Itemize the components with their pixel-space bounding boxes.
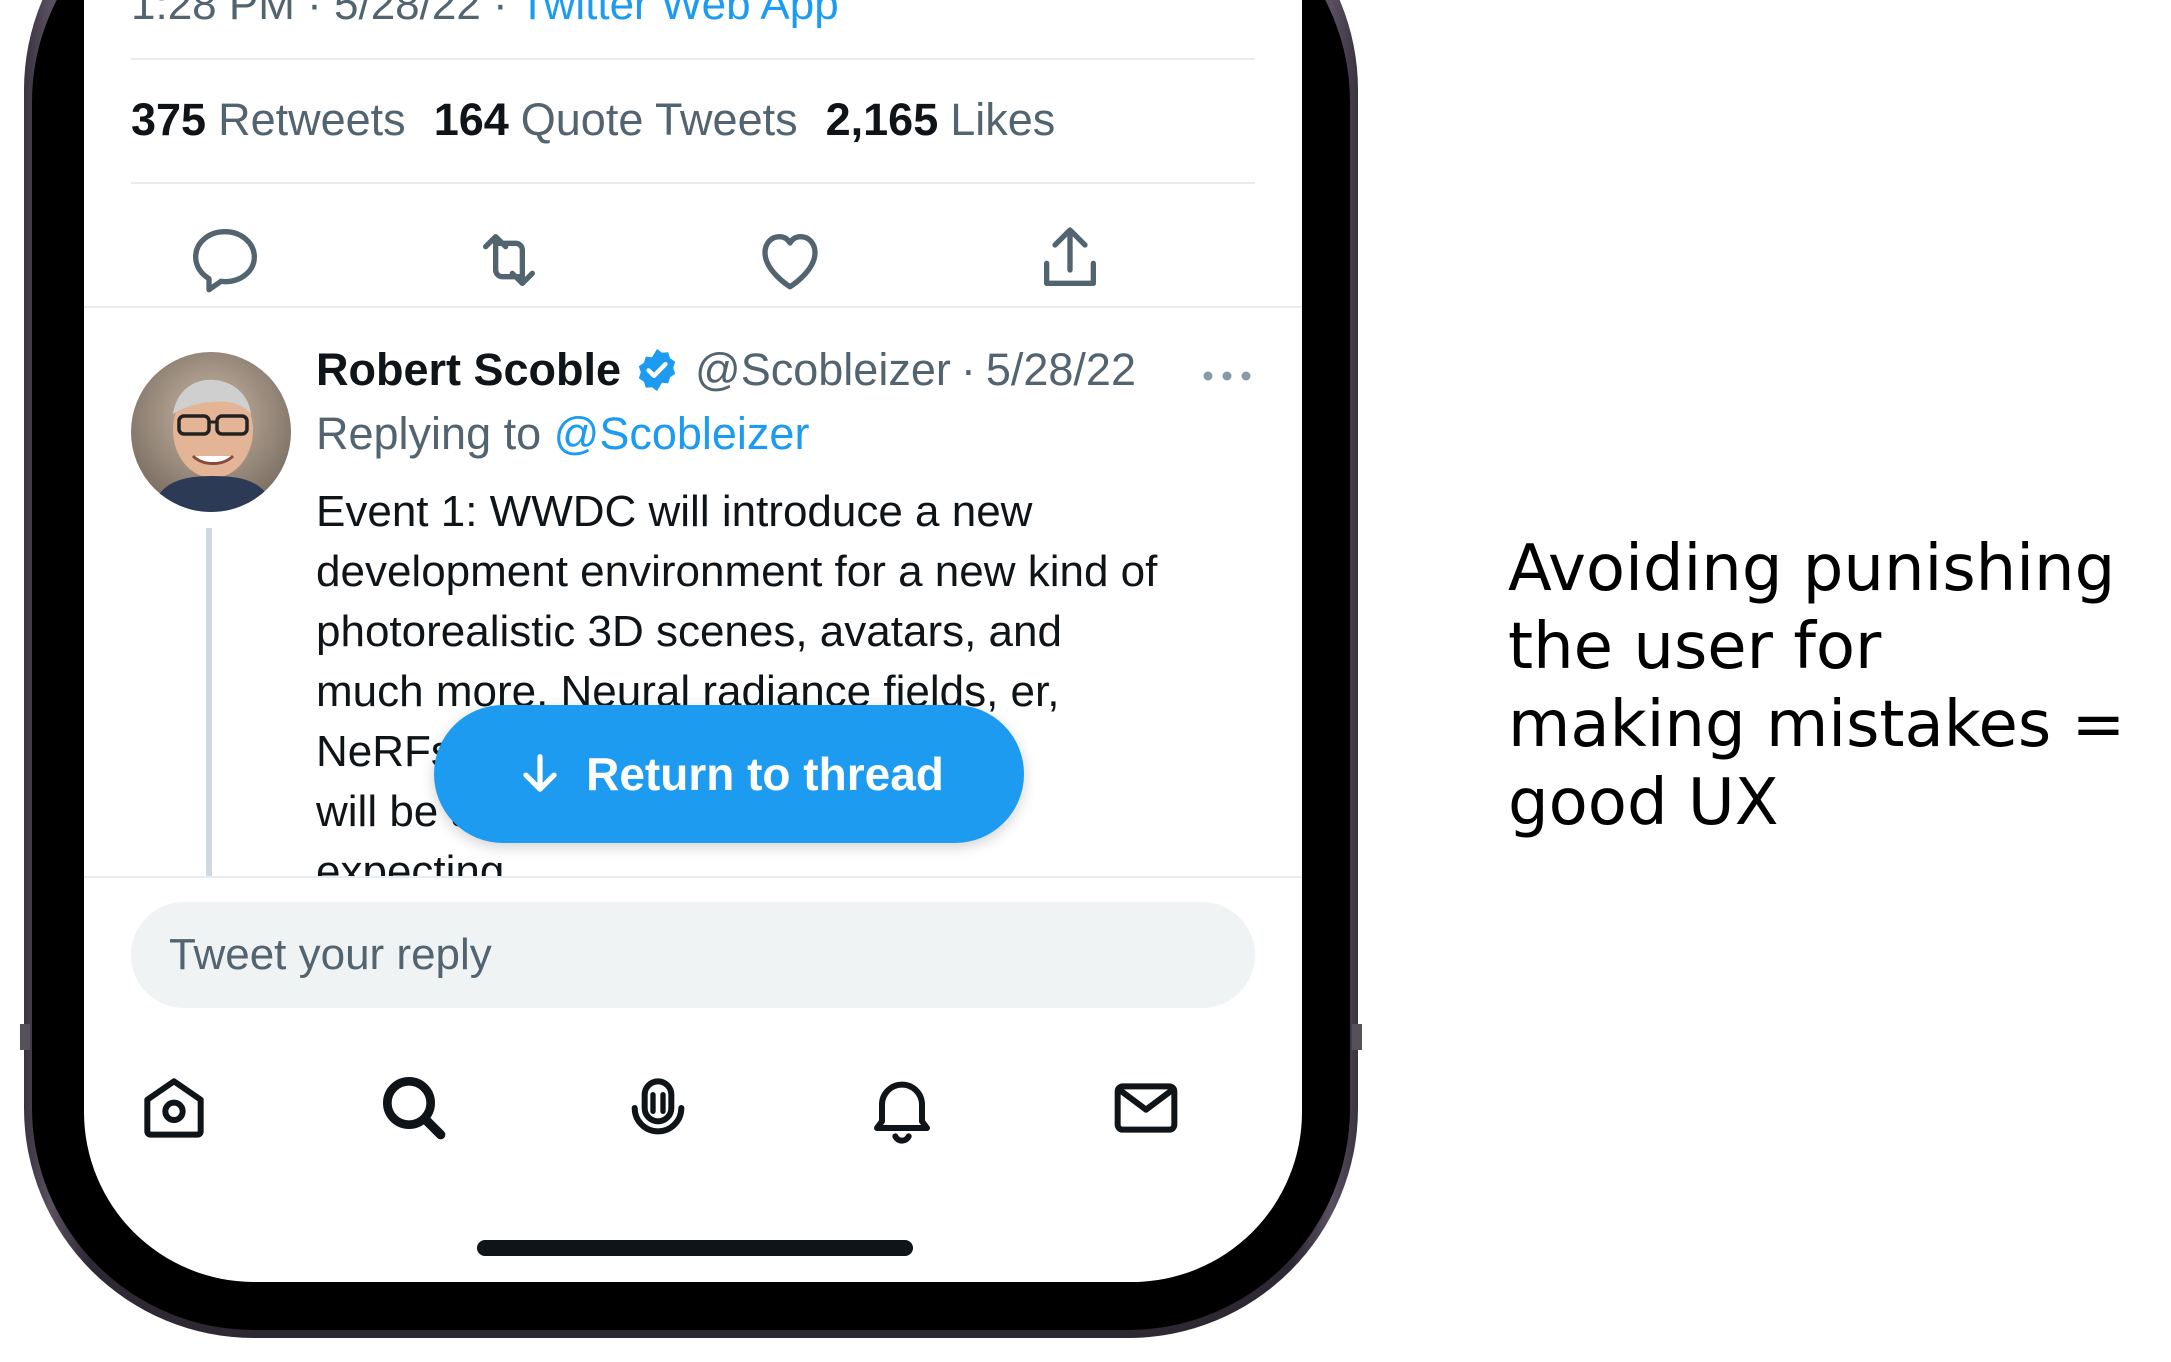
avatar-image [131, 352, 291, 512]
notifications-icon[interactable] [862, 1068, 942, 1148]
arrow-down-icon [523, 754, 557, 792]
caption-line: Avoiding punishing [1508, 532, 2116, 606]
tweet-date: 5/28/22 [334, 0, 481, 29]
tweet-action-bar [84, 190, 1302, 302]
home-indicator[interactable] [477, 1240, 913, 1256]
tweet-time: 1:28 PM [131, 0, 295, 29]
meta-separator: · [307, 0, 322, 29]
author-handle[interactable]: @Scobleizer [695, 344, 951, 396]
retweets-stat[interactable]: 375 Retweets [131, 94, 406, 146]
caption: Avoiding punishing the user for making m… [1508, 530, 2128, 842]
thread-line [206, 528, 212, 878]
divider [131, 182, 1255, 184]
author-name[interactable]: Robert Scoble [316, 344, 621, 396]
likes-count: 2,165 [825, 94, 939, 145]
tweet-source-link[interactable]: Twitter Web App [519, 0, 839, 29]
share-icon[interactable] [1030, 220, 1110, 300]
tweet-body-line: development environment for a new kind o… [316, 547, 1158, 596]
retweets-count: 375 [131, 94, 207, 145]
likes-stat[interactable]: 2,165 Likes [826, 94, 1056, 146]
caption-line: good UX [1508, 766, 1779, 840]
return-to-thread-label: Return to thread [586, 748, 944, 800]
tweet-date[interactable]: 5/28/22 [986, 344, 1136, 396]
retweets-label: Retweets [218, 94, 406, 145]
home-icon[interactable] [134, 1068, 214, 1148]
replying-handle-link[interactable]: @Scobleizer [554, 408, 810, 459]
messages-icon[interactable] [1106, 1068, 1186, 1148]
quote-tweets-stat[interactable]: 164 Quote Tweets [434, 94, 798, 146]
search-icon[interactable] [374, 1068, 454, 1148]
replying-to: Replying to @Scobleizer [316, 408, 809, 460]
return-to-thread-button[interactable]: Return to thread [434, 705, 1024, 843]
replying-prefix: Replying to [316, 408, 542, 459]
tweet-meta: 1:28 PM · 5/28/22 · Twitter Web App [131, 0, 839, 30]
spaces-icon[interactable] [618, 1068, 698, 1148]
divider [84, 876, 1302, 878]
divider [84, 306, 1302, 308]
phone-side-button-right [1352, 1024, 1362, 1050]
caption-line: making mistakes = [1508, 688, 2126, 762]
reply-input[interactable]: Tweet your reply [131, 902, 1255, 1008]
quote-tweets-label: Quote Tweets [520, 94, 798, 145]
phone-screen: 1:28 PM · 5/28/22 · Twitter Web App 375 R… [84, 0, 1302, 1282]
tweet-body-line: photorealistic 3D scenes, avatars, and [316, 607, 1062, 656]
avatar[interactable] [131, 352, 291, 512]
engagement-stats: 375 Retweets 164 Quote Tweets 2,165 Likes [131, 94, 1055, 146]
tweet-body-line: Event 1: WWDC will introduce a new [316, 487, 1033, 536]
likes-label: Likes [950, 94, 1056, 145]
retweet-icon[interactable] [469, 220, 549, 300]
reply-icon[interactable] [185, 220, 265, 300]
quote-tweets-count: 164 [433, 94, 509, 145]
divider [131, 58, 1255, 60]
tweet-header: Robert Scoble @Scobleizer · 5/28/22 [316, 344, 1136, 396]
meta-separator: · [493, 0, 508, 29]
like-icon[interactable] [750, 220, 830, 300]
date-separator: · [960, 344, 976, 395]
caption-line: the user for [1508, 610, 1882, 684]
phone-side-button-left [20, 1024, 30, 1050]
more-options-icon[interactable] [1202, 368, 1252, 384]
verified-badge-icon [638, 349, 676, 391]
